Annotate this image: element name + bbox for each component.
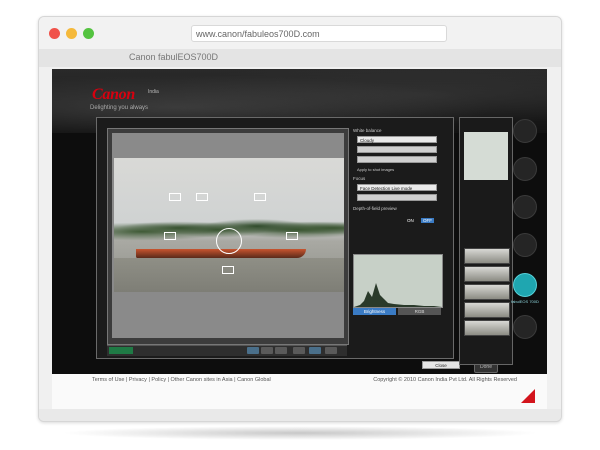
live-view-toolbar [107, 345, 347, 356]
live-view-area [112, 133, 344, 338]
footer-copyright: Copyright © 2010 Canon India Pvt Ltd. Al… [373, 377, 517, 383]
location-icon[interactable] [513, 195, 537, 219]
color-temp-control[interactable] [357, 156, 437, 163]
grid-button[interactable] [293, 347, 305, 354]
canon-corner-mark [521, 389, 535, 403]
thumbnail[interactable] [464, 302, 510, 318]
tab-rgb[interactable]: RGB [398, 308, 441, 315]
edit-icon[interactable] [513, 119, 537, 143]
microphone-icon[interactable] [513, 157, 537, 181]
bottom-strip [39, 409, 561, 421]
dof-label: Depth-of-field preview [353, 206, 397, 211]
canon-site: Canon India Delighting you always White … [52, 69, 547, 409]
minimize-window-button[interactable] [66, 28, 77, 39]
share-icon[interactable] [513, 315, 537, 339]
histogram-tabs: Brightness RGB [353, 308, 441, 315]
water [114, 258, 344, 292]
maximize-window-button[interactable] [83, 28, 94, 39]
eos-utility-window: White balance Cloudy Apply to shot image… [96, 117, 454, 359]
exposure-button[interactable] [309, 347, 321, 354]
close-window-button[interactable] [49, 28, 60, 39]
site-tagline: Delighting you always [90, 105, 149, 111]
focus-circle[interactable] [216, 228, 242, 254]
side-nav: fabulEOS 700D [511, 119, 547, 399]
af-point[interactable] [196, 193, 208, 201]
canon-logo[interactable]: Canon [92, 86, 135, 104]
record-indicator[interactable] [109, 347, 133, 354]
focus-adjust-control[interactable] [357, 194, 437, 201]
wb-button[interactable] [247, 347, 259, 354]
address-bar[interactable]: www.canon/fabuleos700D.com [191, 25, 447, 42]
thumbnail[interactable] [464, 320, 510, 336]
live-view-panel [107, 128, 349, 345]
site-region: India [148, 89, 159, 95]
dof-off-button[interactable]: OFF [421, 218, 434, 223]
thumbnail[interactable] [464, 248, 510, 264]
side-active-label: fabulEOS 700D [511, 299, 539, 304]
browser-titlebar: www.canon/fabuleos700D.com [39, 17, 561, 49]
camera-lcd [464, 132, 508, 180]
af-point[interactable] [164, 232, 176, 240]
footer-links[interactable]: Terms of Use | Privacy | Policy | Other … [92, 377, 271, 383]
live-view-image[interactable] [114, 158, 344, 292]
thumbnail[interactable] [464, 266, 510, 282]
camera-settings-panel [459, 117, 513, 365]
tab-bar: Canon fabulEOS700D [39, 49, 561, 67]
tab-title[interactable]: Canon fabulEOS700D [129, 52, 218, 62]
dof-on-button[interactable]: ON [407, 218, 414, 223]
camera-icon[interactable] [513, 273, 537, 297]
zoom-button[interactable] [261, 347, 273, 354]
compare-button[interactable] [325, 347, 337, 354]
af-point[interactable] [169, 193, 181, 201]
window-shadow [60, 426, 540, 440]
wb-shift-control[interactable] [357, 146, 437, 153]
rotate-button[interactable] [275, 347, 287, 354]
live-view-settings: White balance Cloudy Apply to shot image… [353, 128, 445, 343]
focus-label: Focus [353, 176, 366, 181]
browser-window: www.canon/fabuleos700D.com Canon fabulEO… [38, 16, 562, 422]
white-balance-select[interactable]: Cloudy [357, 136, 437, 143]
white-balance-label: White balance [353, 128, 382, 133]
af-point[interactable] [254, 193, 266, 201]
af-point[interactable] [286, 232, 298, 240]
apply-to-shot-checkbox[interactable]: Apply to shot images [357, 167, 394, 172]
site-footer: Terms of Use | Privacy | Policy | Other … [52, 374, 547, 409]
thumbnail-strip [462, 248, 510, 360]
thumbnail[interactable] [464, 284, 510, 300]
tab-brightness[interactable]: Brightness [353, 308, 396, 315]
histogram [353, 254, 443, 308]
close-button[interactable]: Close [422, 361, 460, 369]
focus-mode-select[interactable]: Face Detection Live mode [357, 184, 437, 191]
film-icon[interactable] [513, 233, 537, 257]
af-point[interactable] [222, 266, 234, 274]
